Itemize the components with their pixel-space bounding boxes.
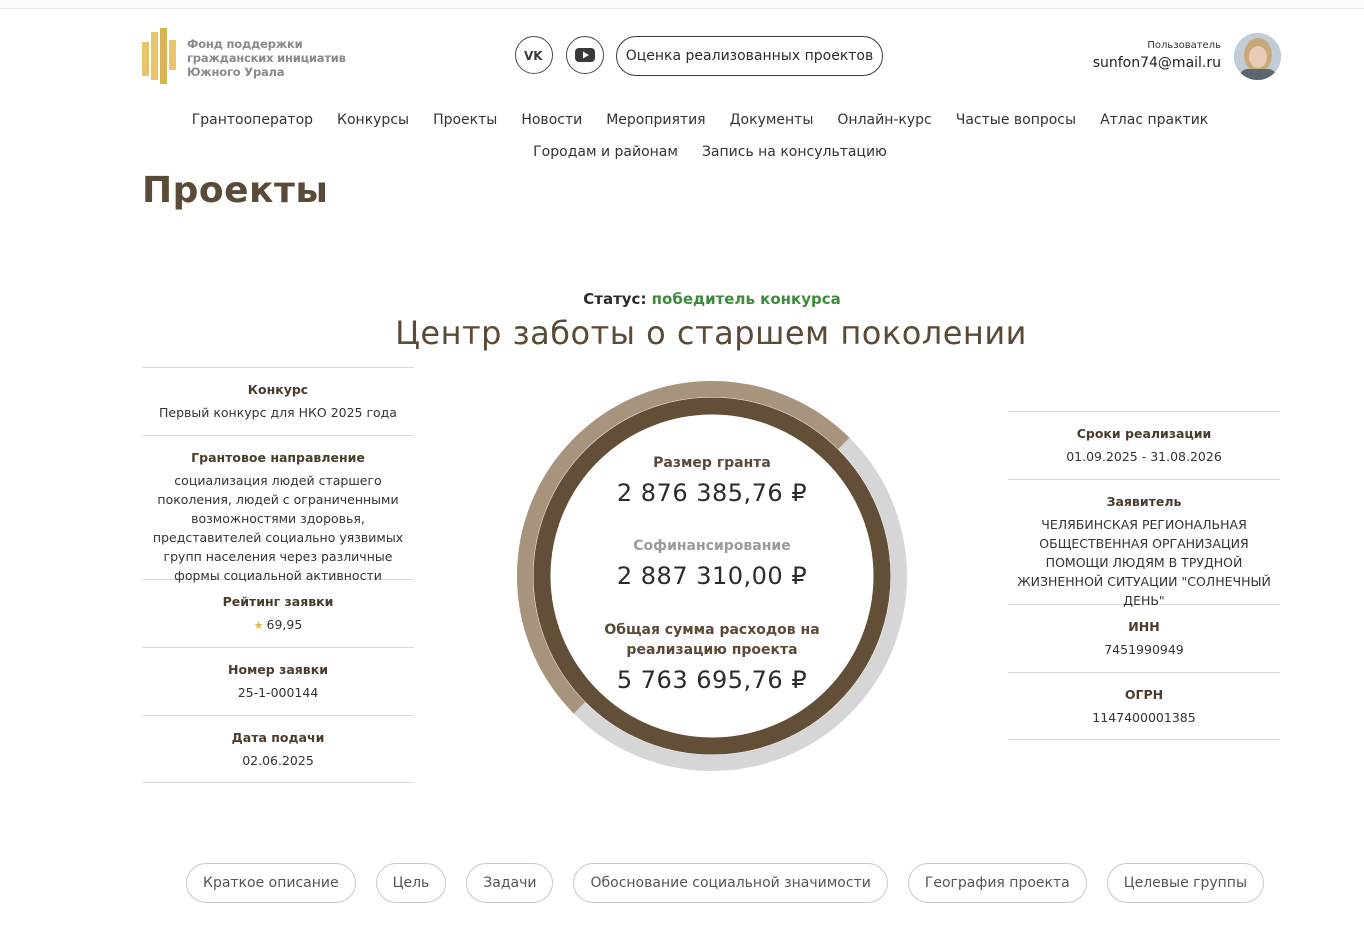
project-section-tabs: Краткое описание Цель Задачи Обоснование… [186, 863, 1265, 903]
ogrn-value: 1147400001385 [1092, 710, 1196, 725]
logo-text: Фонд поддержки гражданских инициатив Южн… [187, 37, 346, 79]
submission-date-cell: Дата подачи 02.06.2025 [142, 715, 414, 783]
nav-item-projects[interactable]: Проекты [433, 112, 497, 128]
foundation-logo[interactable]: Фонд поддержки гражданских инициатив Южн… [142, 28, 346, 84]
nav-item-contests[interactable]: Конкурсы [337, 112, 409, 128]
nav-item-faq[interactable]: Частые вопросы [956, 112, 1076, 128]
total-expenses-label: Общая сумма расходов на реализацию проек… [604, 622, 820, 658]
direction-cell: Грантовое направление социализация людей… [142, 435, 414, 583]
avatar[interactable] [1234, 33, 1281, 80]
total-expenses-value: 5 763 695,76 ₽ [616, 666, 808, 694]
submission-date-value: 02.06.2025 [242, 753, 314, 768]
period-heading: Сроки реализации [1076, 426, 1212, 441]
youtube-icon[interactable] [566, 36, 604, 74]
vk-icon[interactable]: VK [515, 36, 553, 74]
page-title: Проекты [142, 170, 329, 211]
tab-tasks[interactable]: Задачи [466, 863, 554, 903]
nav-item-cities[interactable]: Городам и районам [533, 144, 678, 160]
period-cell: Сроки реализации 01.09.2025 - 31.08.2026 [1008, 411, 1280, 479]
nav-item-documents[interactable]: Документы [730, 112, 814, 128]
status-label: Статус: [583, 290, 647, 308]
evaluation-projects-button[interactable]: Оценка реализованных проектов [616, 36, 883, 76]
application-number-value: 25-1-000144 [237, 685, 319, 700]
logo-mark-icon [142, 28, 176, 84]
user-email[interactable]: sunfon74@mail.ru [1021, 55, 1221, 71]
nav-item-news[interactable]: Новости [521, 112, 582, 128]
inn-cell: ИНН 7451990949 [1008, 604, 1280, 672]
ogrn-heading: ОГРН [1124, 687, 1164, 702]
applicant-heading: Заявитель [1106, 494, 1182, 509]
direction-value: социализация людей старшего поколения, л… [152, 473, 404, 583]
period-value: 01.09.2025 - 31.08.2026 [1066, 449, 1222, 464]
nav-item-practices-atlas[interactable]: Атлас практик [1100, 112, 1208, 128]
application-number-heading: Номер заявки [228, 662, 328, 677]
main-nav-row-1: Грантооператор Конкурсы Проекты Новости … [18, 112, 1364, 128]
svg-text:VK: VK [524, 49, 543, 61]
cofinancing-value: 2 887 310,00 ₽ [616, 562, 808, 590]
tab-target-groups[interactable]: Целевые группы [1106, 863, 1265, 903]
project-status: Статус: победитель конкурса [30, 290, 1364, 308]
contest-heading: Конкурс [247, 382, 309, 397]
status-value: победитель конкурса [651, 290, 841, 308]
main-nav-row-2: Городам и районам Запись на консультацию [28, 144, 1364, 160]
star-icon: ★ [253, 619, 264, 632]
finance-summary: Размер гранта 2 876 385,76 ₽ Софинансиро… [515, 379, 909, 773]
nav-item-grantoperator[interactable]: Грантооператор [192, 112, 313, 128]
inn-heading: ИНН [1128, 619, 1160, 634]
tab-short-description[interactable]: Краткое описание [186, 863, 356, 903]
tab-geography[interactable]: География проекта [907, 863, 1087, 903]
ogrn-cell: ОГРН 1147400001385 [1008, 672, 1280, 740]
user-role-label: Пользователь [1147, 40, 1221, 51]
contest-value: Первый конкурс для НКО 2025 года [159, 405, 397, 420]
application-number-cell: Номер заявки 25-1-000144 [142, 647, 414, 715]
tab-goal[interactable]: Цель [375, 863, 447, 903]
user-info[interactable]: Пользователь sunfon74@mail.ru [1021, 40, 1221, 71]
rating-heading: Рейтинг заявки [222, 594, 334, 609]
direction-heading: Грантовое направление [191, 450, 365, 465]
contest-cell: Конкурс Первый конкурс для НКО 2025 года [142, 367, 414, 435]
nav-item-events[interactable]: Мероприятия [606, 112, 705, 128]
project-details-left: Конкурс Первый конкурс для НКО 2025 года… [142, 367, 414, 783]
project-details-right: Сроки реализации 01.09.2025 - 31.08.2026… [1008, 411, 1280, 740]
grant-size-value: 2 876 385,76 ₽ [616, 479, 808, 507]
nav-item-consultation[interactable]: Запись на консультацию [702, 144, 887, 160]
rating-value: 69,95 [266, 617, 303, 632]
applicant-cell: Заявитель ЧЕЛЯБИНСКАЯ РЕГИОНАЛЬНАЯ ОБЩЕС… [1008, 479, 1280, 608]
rating-cell: Рейтинг заявки ★ 69,95 [142, 579, 414, 647]
project-title: Центр заботы о старшем поколении [395, 314, 1027, 352]
browser-top-strip [0, 0, 1364, 9]
tab-social-significance[interactable]: Обоснование социальной значимости [573, 863, 888, 903]
grant-size-label: Размер гранта [653, 455, 771, 471]
cofinancing-label: Софинансирование [633, 538, 791, 554]
nav-item-online-course[interactable]: Онлайн-курс [837, 112, 931, 128]
submission-date-heading: Дата подачи [231, 730, 325, 745]
inn-value: 7451990949 [1104, 642, 1184, 657]
applicant-value: ЧЕЛЯБИНСКАЯ РЕГИОНАЛЬНАЯ ОБЩЕСТВЕННАЯ ОР… [1017, 517, 1271, 608]
